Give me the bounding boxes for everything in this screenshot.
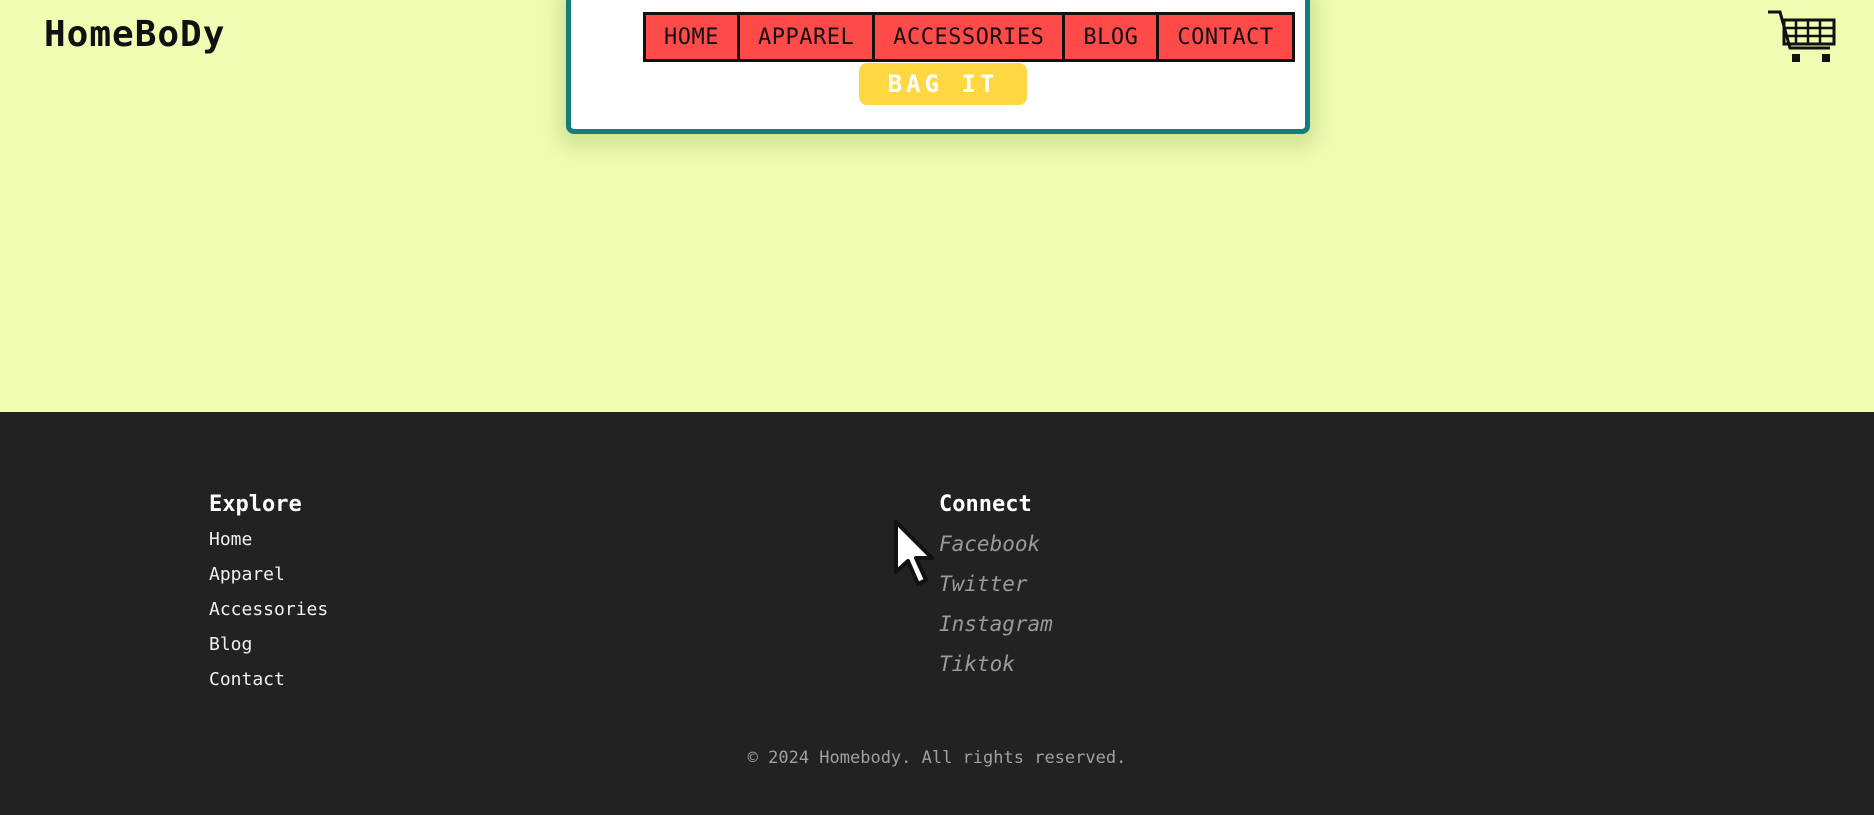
footer-link-apparel[interactable]: Apparel	[209, 564, 328, 599]
bag-it-button[interactable]: BAG IT	[859, 63, 1027, 105]
nav-card: HOME APPAREL ACCESSORIES BLOG CONTACT BA…	[566, 0, 1310, 134]
mouse-pointer-icon	[892, 520, 940, 590]
explore-column: Explore Home Apparel Accessories Blog Co…	[209, 492, 328, 704]
footer-link-home[interactable]: Home	[209, 529, 328, 564]
social-link-tiktok[interactable]: Tiktok	[939, 649, 1053, 689]
footer-link-contact[interactable]: Contact	[209, 669, 328, 704]
shopping-cart-icon[interactable]	[1766, 8, 1840, 66]
copyright-text: © 2024 Homebody. All rights reserved.	[747, 748, 1127, 768]
nav-contact[interactable]: CONTACT	[1159, 15, 1292, 59]
social-link-instagram[interactable]: Instagram	[939, 609, 1053, 649]
nav-apparel[interactable]: APPAREL	[739, 15, 873, 59]
site-logo[interactable]: HomeBoDy	[44, 14, 225, 55]
connect-column: Connect Facebook Twitter Instagram Tikto…	[939, 492, 1053, 689]
connect-heading: Connect	[939, 492, 1032, 517]
social-link-facebook[interactable]: Facebook	[939, 529, 1053, 569]
explore-heading: Explore	[209, 492, 302, 517]
social-link-twitter[interactable]: Twitter	[939, 569, 1053, 609]
footer-link-accessories[interactable]: Accessories	[209, 599, 328, 634]
nav-blog[interactable]: BLOG	[1065, 15, 1157, 59]
main-nav: HOME APPAREL ACCESSORIES BLOG CONTACT	[643, 12, 1295, 62]
site-footer: Explore Home Apparel Accessories Blog Co…	[0, 412, 1874, 815]
footer-link-blog[interactable]: Blog	[209, 634, 328, 669]
nav-accessories[interactable]: ACCESSORIES	[875, 15, 1063, 59]
nav-home[interactable]: HOME	[646, 15, 737, 59]
